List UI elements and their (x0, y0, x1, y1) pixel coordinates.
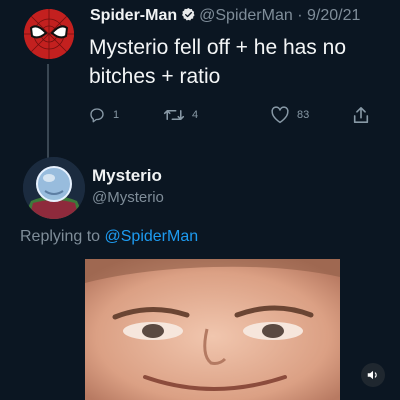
retweet-icon (163, 110, 185, 120)
replying-to-label: Replying to (20, 228, 101, 245)
share-button[interactable] (352, 104, 370, 126)
spiderman-mask-image (24, 9, 74, 59)
author-name[interactable]: Spider-Man (90, 7, 177, 24)
author-handle[interactable]: @SpiderMan (199, 7, 293, 24)
mysterio-avatar[interactable] (23, 157, 85, 219)
reply-media-image (85, 259, 340, 400)
tweet-date[interactable]: 9/20/21 (307, 7, 360, 24)
like-icon (271, 106, 289, 124)
reply-author-handle[interactable]: @Mysterio (92, 189, 164, 206)
reply-media[interactable] (85, 259, 340, 400)
share-icon (353, 106, 369, 124)
tweet-header: Spider-Man @SpiderMan · 9/20/21 (90, 7, 360, 27)
like-count: 83 (297, 109, 310, 121)
meta-separator: · (297, 7, 303, 24)
sound-toggle-button[interactable] (361, 363, 385, 387)
replying-to-line: Replying to @SpiderMan (20, 228, 198, 246)
reply-count: 1 (113, 109, 120, 121)
verified-icon (181, 7, 196, 27)
retweet-button[interactable]: 4 (163, 104, 198, 126)
reply-icon (90, 108, 104, 123)
speaker-icon (367, 370, 377, 380)
reply-author-name[interactable]: Mysterio (92, 166, 162, 186)
replying-to-mention[interactable]: @SpiderMan (105, 228, 199, 245)
retweet-count: 4 (192, 109, 199, 121)
like-button[interactable]: 83 (270, 104, 309, 126)
spiderman-avatar[interactable] (24, 9, 74, 59)
mysterio-avatar-image (23, 157, 85, 219)
tweet-text: Mysterio fell off + he has no bitches + … (89, 36, 347, 88)
reply-button[interactable]: 1 (88, 104, 119, 126)
